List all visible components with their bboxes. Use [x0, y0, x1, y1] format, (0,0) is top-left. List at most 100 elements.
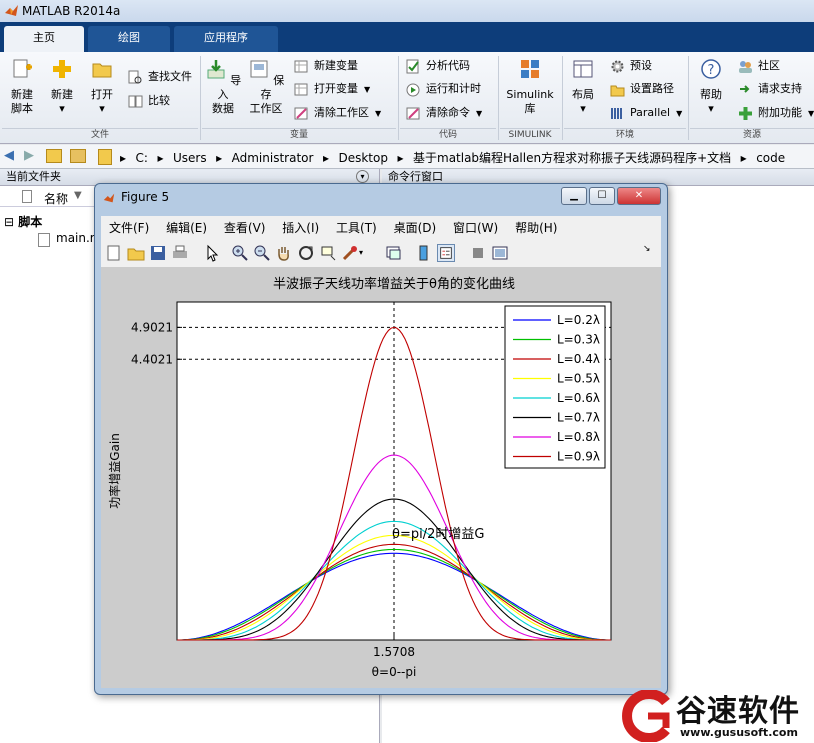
new-button[interactable]: 新建 ▾ [44, 58, 80, 116]
menu-edit[interactable]: 编辑(E) [166, 219, 207, 236]
chevron-down-icon: ▼ [375, 109, 382, 118]
crumb-separator: ▸ [322, 151, 329, 165]
crumb-desktop[interactable]: Desktop [338, 151, 388, 165]
clear-commands-button[interactable]: 清除命令 ▼ [406, 104, 482, 122]
community-button[interactable]: 社区 [738, 57, 780, 75]
crumb-separator: ▸ [397, 151, 404, 165]
tab-home[interactable]: 主页 [4, 26, 84, 52]
y-tick-label: 4.9021 [131, 320, 173, 334]
add-ons-icon [739, 107, 752, 120]
new-script-icon [13, 59, 32, 78]
pan-hand-icon[interactable] [275, 244, 293, 262]
menu-desktop[interactable]: 桌面(D) [394, 219, 437, 236]
column-name-header[interactable]: 名称 [44, 190, 68, 207]
tab-plots[interactable]: 绘图 [88, 26, 170, 52]
save-icon[interactable] [149, 244, 167, 262]
tree-group-scripts[interactable]: ⊟ 脚本 [4, 213, 42, 230]
menu-tools[interactable]: 工具(T) [336, 219, 377, 236]
compare-button[interactable]: 比较 [128, 92, 170, 110]
legend-icon[interactable] [437, 244, 455, 262]
menu-window[interactable]: 窗口(W) [453, 219, 498, 236]
request-support-button[interactable]: 请求支持 [738, 80, 802, 98]
clear-commands-icon [406, 107, 420, 120]
help-button[interactable]: ? 帮助 ▾ [694, 58, 728, 116]
panel-menu-icon[interactable]: ▾ [356, 170, 369, 183]
minimize-button[interactable]: ▁ [561, 187, 587, 205]
open-button[interactable]: 打开 ▾ [84, 58, 120, 116]
set-path-icon [610, 85, 625, 97]
menu-file[interactable]: 文件(F) [109, 219, 149, 236]
menu-help[interactable]: 帮助(H) [515, 219, 557, 236]
crumb-separator: ▸ [120, 151, 127, 165]
set-path-button[interactable]: 设置路径 [610, 80, 674, 98]
collapse-icon[interactable]: ⊟ [4, 215, 14, 229]
zoom-in-icon[interactable] [231, 244, 249, 262]
app-title: MATLAB R2014a [22, 4, 121, 18]
group-separator [688, 56, 689, 140]
browse-folder-icon[interactable] [70, 149, 86, 163]
add-ons-button[interactable]: 附加功能 ▼ [738, 104, 814, 122]
new-script-button[interactable]: 新建 脚本 [4, 58, 40, 116]
crumb-project-folder[interactable]: 基于matlab编程Hallen方程求对称振子天线源码程序+文档 [413, 149, 731, 166]
back-arrow-icon[interactable]: ◀ [4, 148, 14, 163]
crumb-code[interactable]: code [756, 151, 785, 165]
close-button[interactable]: ✕ [617, 187, 661, 205]
open-file-icon[interactable] [127, 244, 145, 262]
gain-chart[interactable]: 半波振子天线功率增益关于θ角的变化曲线 θ=0--pi 功率增益Gain 4.4021… [101, 268, 661, 688]
group-label-variable: 变量 [202, 128, 396, 142]
app-title-bar: MATLAB R2014a [0, 0, 814, 22]
crumb-administrator[interactable]: Administrator [232, 151, 314, 165]
legend-entry: L=0.6λ [557, 391, 600, 405]
new-variable-button[interactable]: 新建变量 [294, 57, 358, 75]
maximize-button[interactable]: ☐ [589, 187, 615, 205]
breadcrumb[interactable]: ▸ C: ▸ Users ▸ Administrator ▸ Desktop ▸… [120, 149, 791, 166]
chart-title: 半波振子天线功率增益关于θ角的变化曲线 [273, 276, 515, 292]
up-folder-icon[interactable] [46, 149, 62, 163]
colorbar-icon[interactable] [415, 244, 433, 262]
simulink-library-button[interactable]: Simulink 库 [502, 58, 558, 116]
run-and-time-button[interactable]: 运行和计时 [406, 80, 481, 98]
watermark-url: www.gususoft.com [680, 726, 798, 739]
group-separator [562, 56, 563, 140]
crumb-users[interactable]: Users [173, 151, 207, 165]
menu-view[interactable]: 查看(V) [224, 219, 266, 236]
show-plot-tools-icon[interactable] [491, 244, 509, 262]
print-icon[interactable] [171, 244, 189, 262]
clear-workspace-button[interactable]: 清除工作区 ▼ [294, 104, 381, 122]
menu-insert[interactable]: 插入(I) [282, 219, 319, 236]
analyze-code-button[interactable]: 分析代码 [406, 57, 470, 75]
link-plot-icon[interactable] [385, 244, 403, 262]
new-figure-icon[interactable] [105, 244, 123, 262]
rotate-3d-icon[interactable] [297, 244, 315, 262]
open-variable-icon [294, 83, 308, 96]
m-file-icon [38, 233, 50, 247]
forward-arrow-icon[interactable]: ▶ [24, 148, 34, 163]
gear-icon [611, 60, 624, 73]
find-files-button[interactable]: 查找文件 [128, 68, 192, 86]
data-cursor-icon[interactable] [319, 244, 337, 262]
brush-icon[interactable] [341, 244, 359, 262]
import-data-icon [207, 60, 225, 79]
save-workspace-button[interactable]: 保存 工作区 [246, 58, 286, 116]
hide-plot-tools-icon[interactable] [469, 244, 487, 262]
import-data-button[interactable]: 导入 数据 [204, 58, 242, 116]
new-script-label: 新建 脚本 [11, 88, 33, 115]
file-type-icon [22, 190, 32, 203]
crumb-separator: ▸ [157, 151, 164, 165]
crumb-drive[interactable]: C: [136, 151, 148, 165]
preferences-label: 预设 [630, 59, 652, 72]
new-label: 新建 [51, 88, 73, 101]
figure-window[interactable]: Figure 5 ▁ ☐ ✕ 文件(F) 编辑(E) 查看(V) 插入(I) 工… [94, 183, 668, 695]
layout-button[interactable]: 布局 ▾ [566, 58, 600, 116]
preferences-button[interactable]: 预设 [610, 57, 652, 75]
tab-apps[interactable]: 应用程序 [174, 26, 278, 52]
list-item[interactable]: main.m [38, 231, 102, 247]
zoom-out-icon[interactable] [253, 244, 271, 262]
toolbar-overflow-icon[interactable]: ↘ [643, 244, 651, 254]
analyze-code-icon [406, 59, 419, 74]
pointer-icon[interactable] [203, 244, 221, 262]
chevron-down-icon[interactable]: ▾ [359, 248, 377, 266]
open-variable-button[interactable]: 打开变量 ▼ [294, 80, 370, 98]
parallel-button[interactable]: Parallel ▼ [610, 104, 682, 122]
figure-canvas[interactable]: 半波振子天线功率增益关于θ角的变化曲线 θ=0--pi 功率增益Gain 4.4021… [101, 268, 661, 688]
